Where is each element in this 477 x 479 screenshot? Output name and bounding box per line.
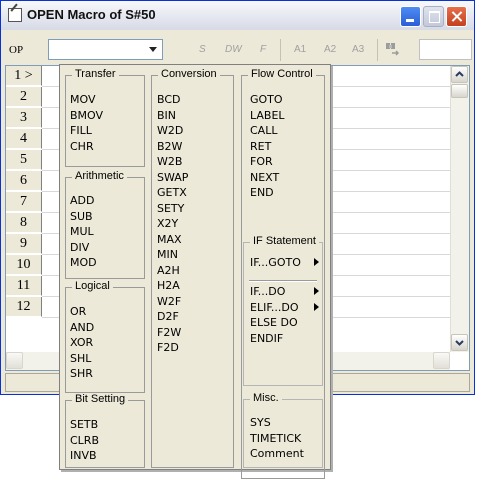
menu-item-w2f[interactable]: W2F <box>157 295 181 308</box>
toolbar: OP S DW F A1 A2 A3 <box>1 31 474 65</box>
menu-item-fill[interactable]: FILL <box>70 124 92 137</box>
toolbar-item-a1[interactable]: A1 <box>294 44 306 55</box>
menu-item-mul[interactable]: MUL <box>70 225 94 238</box>
operation-menu: Transfer Arithmetic Logical Bit Setting … <box>59 64 331 479</box>
menu-item-or[interactable]: OR <box>70 305 86 318</box>
menu-item-f2w[interactable]: F2W <box>157 326 181 339</box>
menu-item-min[interactable]: MIN <box>157 248 178 261</box>
menu-item-w2b[interactable]: W2B <box>157 155 182 168</box>
menu-item-for[interactable]: FOR <box>250 155 273 168</box>
toolbar-field[interactable] <box>419 39 472 60</box>
menu-item-ret[interactable]: RET <box>250 140 271 153</box>
menu-item-end[interactable]: END <box>250 186 274 199</box>
window-title: OPEN Macro of S#50 <box>27 7 156 22</box>
menu-item-b2w[interactable]: B2W <box>157 140 182 153</box>
op-label: OP <box>9 44 24 56</box>
menu-item-sety[interactable]: SETY <box>157 202 184 215</box>
menu-item-endif[interactable]: ENDIF <box>250 332 283 345</box>
menu-item-swap[interactable]: SWAP <box>157 171 188 184</box>
menu-item-invb[interactable]: INVB <box>70 449 97 462</box>
menu-item-mod[interactable]: MOD <box>70 256 97 269</box>
row-header[interactable]: 10 <box>6 255 42 275</box>
group-title: Bit Setting <box>72 393 129 405</box>
group-title: Logical <box>72 280 113 292</box>
menu-item-div[interactable]: DIV <box>70 241 89 254</box>
row-header[interactable]: 2 <box>6 87 42 107</box>
find-icon[interactable] <box>384 41 400 57</box>
chevron-down-icon[interactable] <box>146 41 160 58</box>
maximize-button[interactable] <box>423 6 444 27</box>
menu-item-else-do[interactable]: ELSE DO <box>250 316 298 329</box>
menu-item-xor[interactable]: XOR <box>70 336 93 349</box>
menu-item-h2a[interactable]: H2A <box>157 279 180 292</box>
menu-item-elif-do[interactable]: ELIF...DO <box>250 301 319 314</box>
group-title: Misc. <box>250 392 282 404</box>
row-header[interactable]: 6 <box>6 171 42 191</box>
menu-item-d2f[interactable]: D2F <box>157 310 179 323</box>
menu-separator <box>249 280 317 282</box>
menu-item-setb[interactable]: SETB <box>70 418 98 431</box>
toolbar-item-f[interactable]: F <box>260 44 266 55</box>
menu-item-if-do[interactable]: IF...DO <box>250 285 320 298</box>
row-header[interactable]: 3 <box>6 108 42 128</box>
menu-item-mov[interactable]: MOV <box>70 93 95 106</box>
toolbar-item-s[interactable]: S <box>199 44 206 55</box>
menu-item-a2h[interactable]: A2H <box>157 264 180 277</box>
menu-item-shr[interactable]: SHR <box>70 367 93 380</box>
row-header[interactable]: 5 <box>6 150 42 170</box>
toolbar-separator <box>377 39 378 61</box>
group-title: Arithmetic <box>72 170 127 182</box>
menu-item-call[interactable]: CALL <box>250 124 277 137</box>
row-header[interactable]: 7 <box>6 192 42 212</box>
menu-item-bmov[interactable]: BMOV <box>70 109 103 122</box>
menu-item-max[interactable]: MAX <box>157 233 182 246</box>
scroll-thumb[interactable] <box>451 84 468 98</box>
row-header[interactable]: 12 <box>6 297 42 317</box>
edit-icon <box>8 8 22 22</box>
group-title: IF Statement <box>250 235 319 247</box>
menu-item-goto[interactable]: GOTO <box>250 93 283 106</box>
toolbar-item-a3[interactable]: A3 <box>352 44 364 55</box>
menu-item-f2d[interactable]: F2D <box>157 341 179 354</box>
menu-item-x2y[interactable]: X2Y <box>157 217 178 230</box>
group-title: Flow Control <box>248 68 316 80</box>
menu-item-and[interactable]: AND <box>70 321 94 334</box>
menu-item-if-goto[interactable]: IF...GOTO <box>250 256 319 269</box>
row-header[interactable]: 1 > <box>6 66 42 86</box>
menu-item-shl[interactable]: SHL <box>70 352 91 365</box>
group-title: Conversion <box>158 68 220 80</box>
toolbar-separator <box>280 39 281 61</box>
menu-item-timetick[interactable]: TIMETICK <box>250 432 301 445</box>
menu-item-label[interactable]: LABEL <box>250 109 285 122</box>
scroll-left-button[interactable] <box>6 352 23 369</box>
vertical-scrollbar[interactable] <box>450 66 469 352</box>
menu-item-sys[interactable]: SYS <box>250 416 271 429</box>
row-header[interactable]: 8 <box>6 213 42 233</box>
menu-item-add[interactable]: ADD <box>70 194 94 207</box>
toolbar-item-a2[interactable]: A2 <box>324 44 336 55</box>
row-header[interactable]: 11 <box>6 276 42 296</box>
scroll-up-button[interactable] <box>451 66 468 83</box>
scroll-right-button[interactable] <box>433 352 450 369</box>
title-bar[interactable]: OPEN Macro of S#50 <box>1 1 474 30</box>
menu-item-bin[interactable]: BIN <box>157 109 176 122</box>
menu-item-getx[interactable]: GETX <box>157 186 187 199</box>
menu-item-next[interactable]: NEXT <box>250 171 279 184</box>
menu-item-comment[interactable]: Comment <box>250 447 304 460</box>
row-header[interactable]: 9 <box>6 234 42 254</box>
menu-item-sub[interactable]: SUB <box>70 210 93 223</box>
menu-item-w2d[interactable]: W2D <box>157 124 183 137</box>
menu-item-clrb[interactable]: CLRB <box>70 434 99 447</box>
group-title: Transfer <box>72 68 119 80</box>
scroll-down-button[interactable] <box>451 334 468 351</box>
menu-item-chr[interactable]: CHR <box>70 140 94 153</box>
close-button[interactable] <box>446 6 467 27</box>
row-header[interactable]: 4 <box>6 129 42 149</box>
menu-item-bcd[interactable]: BCD <box>157 93 181 106</box>
minimize-button[interactable] <box>400 6 421 27</box>
toolbar-item-dw[interactable]: DW <box>225 44 242 55</box>
